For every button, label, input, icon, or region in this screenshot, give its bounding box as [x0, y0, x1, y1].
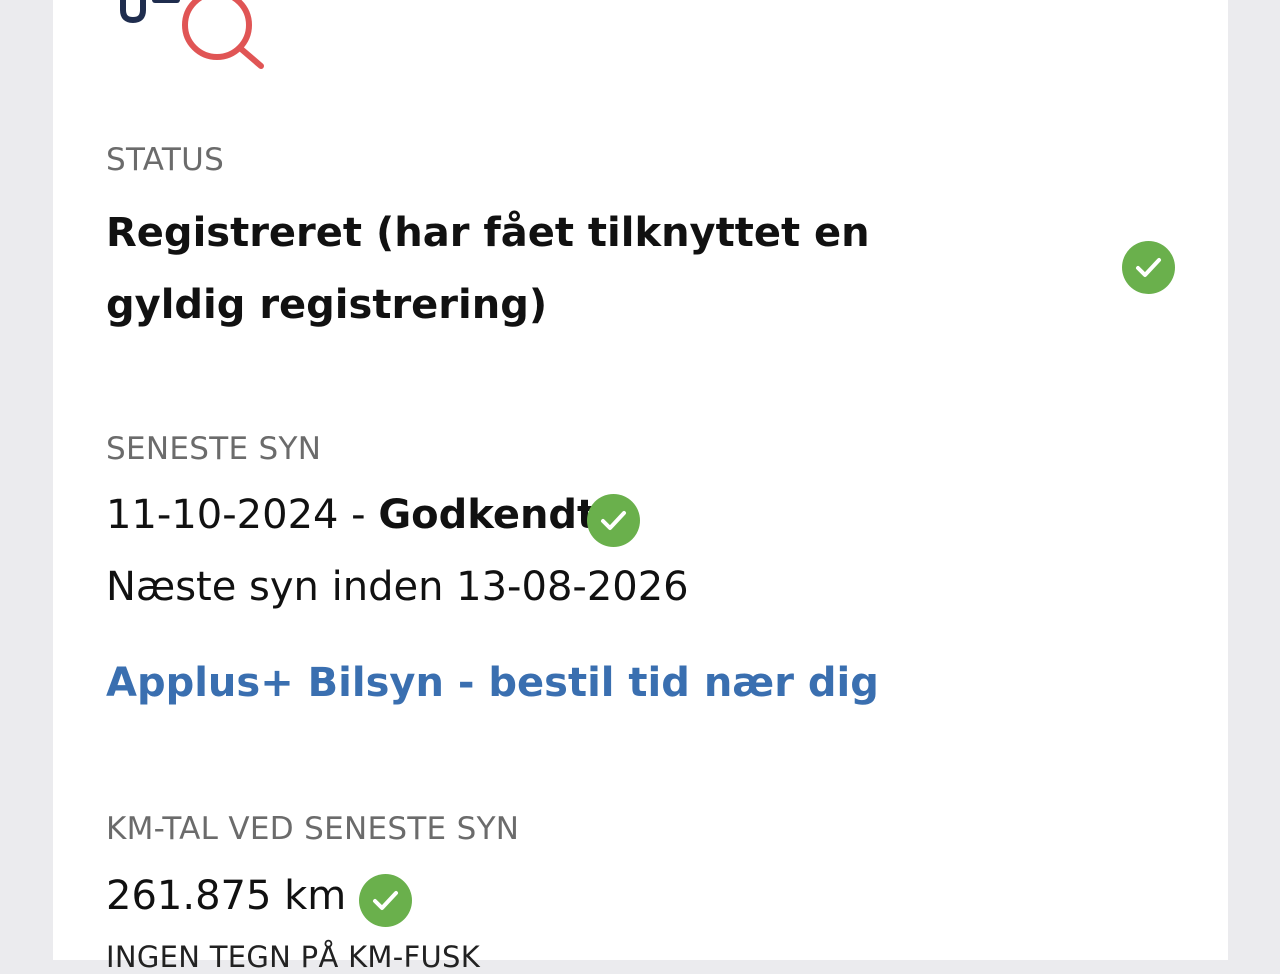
check-circle-icon: [359, 874, 412, 927]
check-circle-icon: [1122, 241, 1175, 294]
next-inspection-text: Næste syn inden 13-08-2026: [106, 564, 689, 610]
inspection-result-line: 11-10-2024 - Godkendt: [106, 492, 596, 538]
status-label: STATUS: [106, 142, 225, 178]
check-circle-icon: [587, 494, 640, 547]
mileage-value: 261.875 km: [106, 873, 347, 919]
mileage-label: KM-TAL VED SENESTE SYN: [106, 811, 520, 847]
booking-link[interactable]: Applus+ Bilsyn - bestil tid nær dig: [106, 660, 879, 706]
inspection-date: 11-10-2024: [106, 492, 339, 538]
inspection-label: SENESTE SYN: [106, 431, 322, 467]
logo-magnifier-icon: [120, 0, 264, 69]
status-value: Registreret (har fået tilknyttet en gyld…: [106, 210, 870, 328]
mileage-note: INGEN TEGN PÅ KM-FUSK: [106, 940, 481, 974]
inspection-result: Godkendt: [378, 492, 597, 538]
inspection-separator: -: [338, 492, 379, 538]
